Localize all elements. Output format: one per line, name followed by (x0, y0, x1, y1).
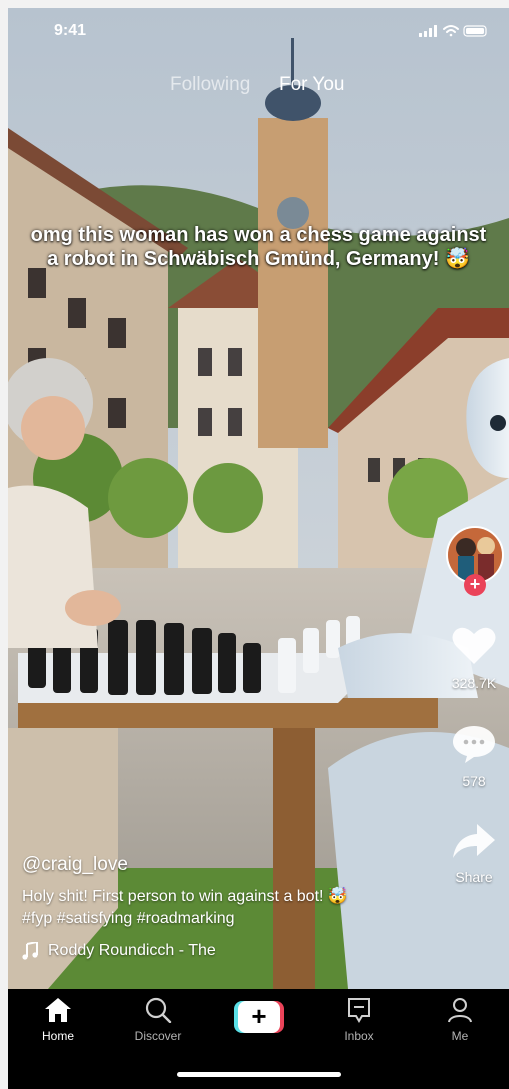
comment-count: 578 (462, 773, 486, 789)
tab-discover[interactable]: Discover (118, 997, 198, 1043)
tab-following[interactable]: Following (170, 74, 250, 96)
tab-for-you[interactable]: For You (279, 74, 345, 96)
comment-icon (453, 726, 495, 763)
share-label: Share (455, 869, 493, 885)
like-button[interactable]: 328.7K (439, 626, 509, 691)
tab-discover-label: Discover (134, 1029, 182, 1043)
cellular-signal-icon (419, 25, 437, 37)
home-icon (45, 998, 71, 1022)
video-player[interactable] (8, 8, 509, 989)
music-info[interactable]: Roddy Roundicch - The (22, 942, 432, 960)
post-description: Holy shit! First person to win against a… (22, 886, 432, 930)
tab-home[interactable]: Home (18, 997, 98, 1043)
share-button[interactable]: Share (439, 822, 509, 885)
tab-inbox[interactable]: Inbox (319, 997, 399, 1043)
like-count: 328.7K (451, 675, 497, 691)
create-button[interactable]: + (234, 1001, 284, 1033)
person-icon (448, 998, 472, 1023)
heart-icon (452, 627, 496, 664)
status-icons (419, 25, 487, 37)
battery-icon (463, 25, 487, 37)
plus-icon: + (238, 1001, 280, 1033)
follow-button[interactable]: + (464, 574, 486, 596)
search-icon (145, 997, 172, 1024)
share-icon (453, 824, 495, 858)
tab-home-label: Home (41, 1029, 74, 1043)
creator-avatar-button[interactable]: + (446, 526, 504, 596)
music-title: Roddy Roundicch - The (48, 942, 216, 959)
home-indicator (177, 1072, 341, 1077)
post-info: @craig_love Holy shit! First person to w… (22, 854, 432, 960)
phone-screen: 9:41 Following For You omg this woman ha… (8, 8, 509, 1089)
post-hashtags[interactable]: #fyp #satisfying #roadmarking (22, 908, 432, 930)
status-time: 9:41 (54, 22, 87, 39)
wifi-icon (443, 25, 459, 37)
feed-tabs: Following For You (8, 72, 509, 102)
inbox-icon (348, 998, 370, 1023)
music-note-icon (22, 942, 38, 960)
tab-inbox-label: Inbox (344, 1029, 374, 1043)
tab-me[interactable]: Me (420, 997, 500, 1043)
status-bar: 9:41 (8, 8, 509, 52)
post-description-text: Holy shit! First person to win against a… (22, 888, 348, 905)
comment-button[interactable]: 578 (439, 724, 509, 789)
video-frame-image (8, 8, 509, 989)
video-overlay-caption: omg this woman has won a chess game agai… (30, 224, 487, 270)
post-username[interactable]: @craig_love (22, 854, 432, 876)
tab-me-label: Me (451, 1029, 469, 1043)
